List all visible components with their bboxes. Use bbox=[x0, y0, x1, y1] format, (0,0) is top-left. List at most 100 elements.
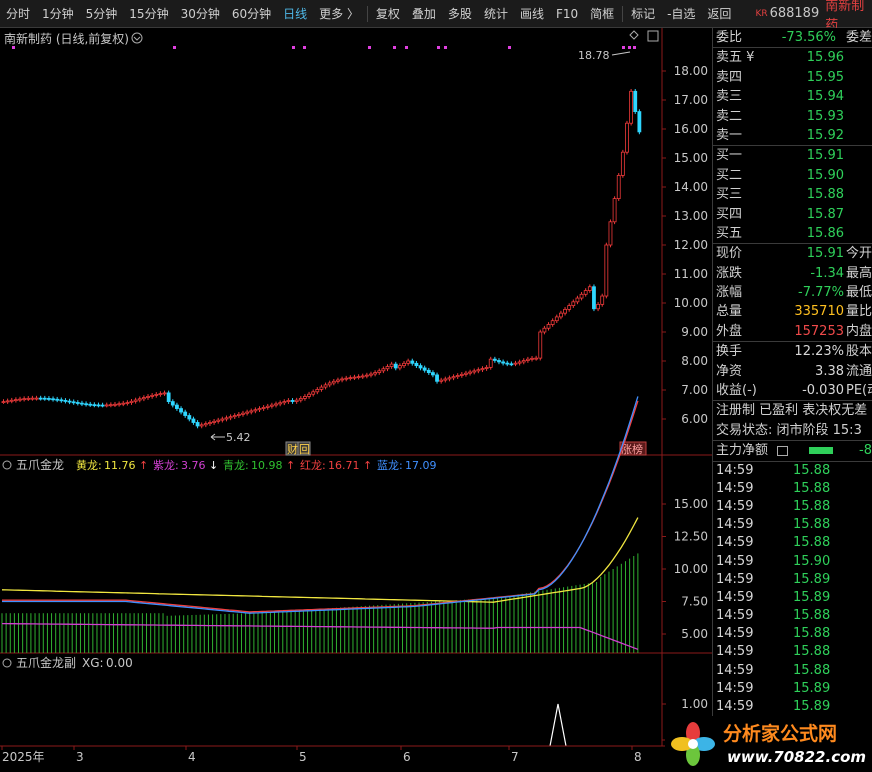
quote-row: 现价 15.91 今开 bbox=[713, 244, 872, 263]
candle-body bbox=[150, 394, 155, 397]
quote-row-label: 外盘 bbox=[716, 323, 743, 339]
quote-row-value: -1.34 bbox=[810, 265, 844, 281]
candle-body bbox=[241, 412, 245, 415]
watermark-url: www.70822.com bbox=[727, 748, 866, 766]
candle-body bbox=[170, 401, 175, 406]
y-tick-label: 12.00 bbox=[674, 238, 708, 252]
candle-body bbox=[637, 111, 642, 133]
candle-body bbox=[513, 362, 518, 365]
indicator-line-value: 11.76 bbox=[104, 459, 136, 472]
toolbar-item[interactable]: 30分钟 bbox=[175, 5, 226, 22]
tick-time: 14:59 bbox=[716, 626, 754, 642]
bid-row-label: 买二 bbox=[716, 167, 743, 183]
candle-body bbox=[592, 286, 596, 310]
candle-body bbox=[538, 331, 543, 359]
toolbar-item[interactable]: 复权 bbox=[370, 5, 406, 22]
fundamental-row-label: 收益(-) bbox=[716, 383, 757, 399]
candle-body bbox=[80, 402, 84, 405]
watermark-logo-icon: 分析家公式网 www.70822.com bbox=[671, 722, 866, 766]
tick-time: 14:59 bbox=[716, 480, 754, 496]
indicator-toggle-icon bbox=[2, 460, 12, 470]
candle-body bbox=[364, 374, 369, 377]
quote-row-label: 总量 bbox=[716, 304, 743, 320]
toolbar-item[interactable]: 日线 bbox=[277, 5, 313, 22]
candle-body bbox=[629, 90, 634, 124]
tick-list[interactable]: 14:59 15.88 14:59 15.88 14:59 15.88 14:59 15.88… bbox=[713, 462, 872, 753]
indicator-line-value: 3.76 bbox=[181, 459, 206, 472]
toolbar-separator bbox=[366, 5, 368, 22]
quote-row-tail: 内盘 bbox=[846, 323, 872, 339]
bid-row-value: 15.91 bbox=[806, 148, 844, 164]
candle-body bbox=[625, 122, 629, 153]
candle-body bbox=[397, 365, 402, 369]
candle-body bbox=[121, 402, 126, 405]
kline-chart[interactable]: 南新制药 (日线,前复权) 18.00 17.00 16.00 15.00 14.00 13… bbox=[0, 28, 712, 772]
tick-time: 14:59 bbox=[716, 662, 754, 678]
toolbar-item[interactable]: 分时 bbox=[0, 5, 36, 22]
candle-body bbox=[501, 361, 506, 364]
toolbar-item[interactable]: -自选 bbox=[661, 5, 701, 22]
toolbar-item[interactable]: 多股 bbox=[442, 5, 478, 22]
y-tick-label: 18.00 bbox=[674, 64, 708, 78]
bid-row-value: 15.87 bbox=[806, 206, 844, 222]
indicator-toggle-icon bbox=[2, 658, 12, 668]
tick-time: 14:59 bbox=[716, 608, 754, 624]
candle-body bbox=[38, 397, 43, 400]
toolbar-item[interactable]: 返回 bbox=[701, 5, 737, 22]
event-marker bbox=[292, 46, 295, 49]
candle-body bbox=[42, 397, 47, 400]
candle-body bbox=[257, 408, 262, 411]
toolbar-item[interactable]: 统计 bbox=[478, 5, 514, 22]
candle-body bbox=[414, 362, 419, 367]
x-tick-label: 7 bbox=[511, 750, 519, 764]
bid-row-value: 15.88 bbox=[806, 187, 844, 203]
y-tick-label: 5.00 bbox=[681, 627, 708, 641]
toolbar-item[interactable]: 60分钟 bbox=[226, 5, 277, 22]
candle-body bbox=[199, 424, 204, 427]
candle-body bbox=[88, 403, 93, 406]
candle-body bbox=[393, 363, 398, 369]
toolbar-item[interactable]: 简框 bbox=[584, 5, 620, 22]
fundamental-row: 换手 12.23% 股本 bbox=[713, 342, 872, 361]
y-tick-label: 9.00 bbox=[681, 325, 708, 339]
x-tick-label: 4 bbox=[188, 750, 196, 764]
indicator-line-value: 10.98 bbox=[251, 459, 283, 472]
quote-row-label: 现价 bbox=[716, 246, 743, 262]
ask-row: 卖五 ¥ 15.96 bbox=[713, 48, 872, 67]
candle-body bbox=[406, 360, 411, 364]
net-flow-menu-icon[interactable] bbox=[777, 446, 788, 457]
tick-price: 15.89 bbox=[793, 589, 831, 605]
tick-row: 14:59 15.89 bbox=[713, 680, 872, 698]
toolbar-item[interactable]: 1分钟 bbox=[36, 5, 80, 22]
indicator-wuzhao-sub-panel: 五爪金龙副XG:0.001.000.50 bbox=[2, 655, 708, 747]
chart-area[interactable]: 南新制药 (日线,前复权) 18.00 17.00 16.00 15.00 14.00 13… bbox=[0, 28, 712, 772]
candle-body bbox=[63, 400, 68, 402]
indicator-line-label: 黄龙: bbox=[76, 458, 102, 472]
x-tick-label: 5 bbox=[299, 750, 307, 764]
candle-body bbox=[559, 312, 563, 318]
toolbar-item[interactable]: 标记 bbox=[625, 5, 661, 22]
candle-body bbox=[67, 400, 72, 403]
candle-body bbox=[480, 368, 485, 371]
toolbar-item[interactable]: 5分钟 bbox=[80, 5, 124, 22]
candle-body bbox=[75, 402, 80, 404]
ask-row-value: 15.92 bbox=[806, 127, 844, 143]
y-tick-label: 1.00 bbox=[681, 697, 708, 711]
tick-time: 14:59 bbox=[716, 553, 754, 569]
toolbar-item[interactable]: 更多 〉 bbox=[313, 5, 365, 22]
toolbar-item[interactable]: F10 bbox=[550, 7, 584, 21]
y-tick-label: 7.50 bbox=[681, 595, 708, 609]
toolbar-item[interactable]: 15分钟 bbox=[123, 5, 174, 22]
fundamentals-list: 换手 12.23%股本净资 3.38流通收益(-) -0.030PE(动 bbox=[713, 342, 872, 400]
fundamental-row: 净资 3.38 流通 bbox=[713, 362, 872, 381]
candle-body bbox=[620, 151, 625, 176]
toolbar-item[interactable]: 画线 bbox=[514, 5, 550, 22]
event-marker bbox=[633, 46, 636, 49]
candle-body bbox=[294, 399, 299, 402]
candle-body bbox=[253, 409, 258, 412]
net-flow-row[interactable]: 主力净额 -8 bbox=[713, 441, 872, 460]
ask-row-value: 15.93 bbox=[806, 108, 844, 124]
candle-body bbox=[422, 367, 427, 371]
toolbar-item[interactable]: 叠加 bbox=[406, 5, 442, 22]
candle-body bbox=[278, 402, 283, 405]
